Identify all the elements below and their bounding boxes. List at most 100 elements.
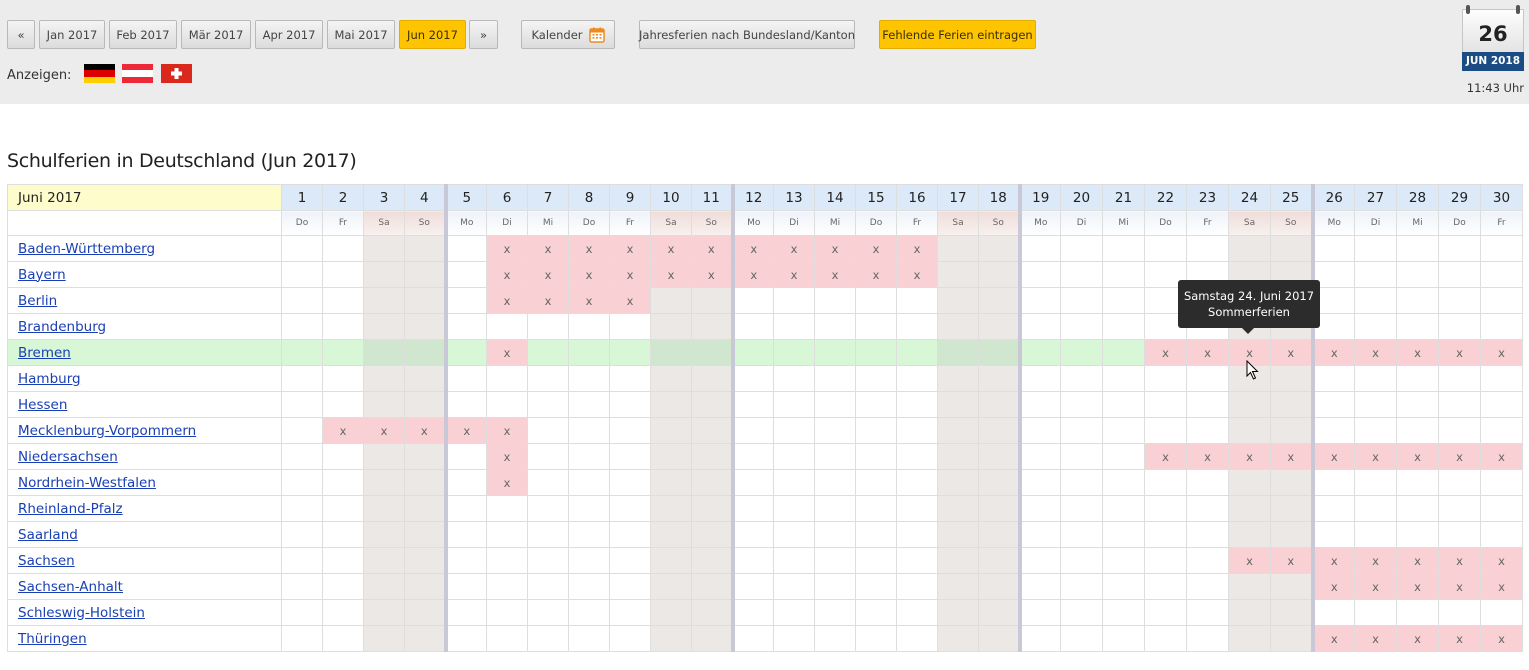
holiday-cell[interactable]: x bbox=[1438, 625, 1481, 652]
jahresferien-button[interactable]: Jahresferien nach Bundesland/Kanton bbox=[639, 20, 855, 49]
state-link[interactable]: Bremen bbox=[18, 345, 71, 361]
holiday-cell[interactable]: x bbox=[1438, 339, 1481, 366]
state-link[interactable]: Thüringen bbox=[18, 631, 87, 647]
holiday-cell[interactable]: x bbox=[1396, 573, 1439, 600]
holiday-cell[interactable]: x bbox=[1396, 443, 1439, 470]
holiday-cell[interactable]: x bbox=[1186, 443, 1229, 470]
fehlende-ferien-button[interactable]: Fehlende Ferien eintragen bbox=[879, 20, 1036, 49]
month-button-may[interactable]: Mai 2017 bbox=[327, 20, 395, 49]
holiday-cell[interactable]: x bbox=[568, 261, 610, 288]
holiday-cell[interactable]: x bbox=[1270, 339, 1313, 366]
holiday-cell[interactable]: x bbox=[773, 235, 815, 262]
holiday-cell[interactable]: x bbox=[486, 443, 528, 470]
holiday-cell[interactable]: x bbox=[1270, 443, 1313, 470]
state-link[interactable]: Bayern bbox=[18, 267, 66, 283]
holiday-cell[interactable]: x bbox=[1310, 625, 1355, 652]
state-link[interactable]: Sachsen bbox=[18, 553, 75, 569]
germany-flag-icon[interactable] bbox=[84, 64, 115, 83]
holiday-cell[interactable]: x bbox=[486, 469, 528, 496]
day-cell bbox=[1060, 287, 1103, 314]
calendar-button[interactable]: Kalender bbox=[521, 20, 615, 49]
holiday-cell[interactable]: x bbox=[855, 261, 897, 288]
holiday-cell[interactable]: x bbox=[855, 235, 897, 262]
holiday-cell[interactable]: x bbox=[1354, 625, 1397, 652]
holiday-cell[interactable]: x bbox=[1310, 443, 1355, 470]
state-link[interactable]: Nordrhein-Westfalen bbox=[18, 475, 156, 491]
holiday-cell[interactable]: x bbox=[1480, 547, 1523, 574]
holiday-cell[interactable]: x bbox=[814, 261, 856, 288]
holiday-cell[interactable]: x bbox=[486, 339, 528, 366]
holiday-cell[interactable]: x bbox=[527, 287, 569, 314]
holiday-cell[interactable]: x bbox=[691, 261, 733, 288]
holiday-cell[interactable]: x bbox=[404, 417, 446, 444]
holiday-cell[interactable]: x bbox=[486, 417, 528, 444]
holiday-cell[interactable]: x bbox=[1438, 573, 1481, 600]
state-link[interactable]: Brandenburg bbox=[18, 319, 106, 335]
holiday-cell[interactable]: x bbox=[1186, 339, 1229, 366]
month-button-apr[interactable]: Apr 2017 bbox=[255, 20, 323, 49]
holiday-cell[interactable]: x bbox=[1354, 547, 1397, 574]
state-link[interactable]: Niedersachsen bbox=[18, 449, 118, 465]
holiday-cell[interactable]: x bbox=[691, 235, 733, 262]
holiday-cell[interactable]: x bbox=[568, 235, 610, 262]
holiday-cell[interactable]: x bbox=[322, 417, 364, 444]
holiday-cell[interactable]: x bbox=[486, 261, 528, 288]
holiday-cell[interactable]: x bbox=[730, 235, 774, 262]
month-button-jun[interactable]: Jun 2017 bbox=[399, 20, 466, 49]
month-button-mar[interactable]: Mär 2017 bbox=[181, 20, 251, 49]
holiday-cell[interactable]: x bbox=[1310, 547, 1355, 574]
holiday-cell[interactable]: x bbox=[1480, 573, 1523, 600]
state-link[interactable]: Sachsen-Anhalt bbox=[18, 579, 123, 595]
holiday-cell[interactable]: x bbox=[609, 287, 651, 314]
state-link[interactable]: Saarland bbox=[18, 527, 78, 543]
state-link[interactable]: Mecklenburg-Vorpommern bbox=[18, 423, 196, 439]
austria-flag-icon[interactable] bbox=[122, 64, 153, 83]
holiday-cell[interactable]: x bbox=[1396, 547, 1439, 574]
state-link[interactable]: Rheinland-Pfalz bbox=[18, 501, 123, 517]
holiday-cell[interactable]: x bbox=[650, 235, 692, 262]
prev-month-button[interactable]: « bbox=[7, 20, 35, 49]
holiday-cell[interactable]: x bbox=[609, 261, 651, 288]
holiday-cell[interactable]: x bbox=[443, 417, 487, 444]
holiday-cell[interactable]: x bbox=[568, 287, 610, 314]
holiday-cell[interactable]: x bbox=[1396, 339, 1439, 366]
holiday-cell[interactable]: x bbox=[1354, 573, 1397, 600]
holiday-cell[interactable]: x bbox=[527, 235, 569, 262]
holiday-cell[interactable]: x bbox=[1310, 339, 1355, 366]
holiday-cell[interactable]: x bbox=[609, 235, 651, 262]
switzerland-flag-icon[interactable] bbox=[161, 64, 192, 83]
holiday-cell[interactable]: x bbox=[1144, 443, 1187, 470]
state-link[interactable]: Berlin bbox=[18, 293, 57, 309]
holiday-cell[interactable]: x bbox=[814, 235, 856, 262]
holiday-cell[interactable]: x bbox=[1354, 339, 1397, 366]
state-link[interactable]: Baden-Württemberg bbox=[18, 241, 155, 257]
holiday-cell[interactable]: x bbox=[1438, 547, 1481, 574]
month-button-feb[interactable]: Feb 2017 bbox=[109, 20, 177, 49]
state-link[interactable]: Schleswig-Holstein bbox=[18, 605, 145, 621]
holiday-cell[interactable]: x bbox=[1396, 625, 1439, 652]
holiday-cell[interactable]: x bbox=[1354, 443, 1397, 470]
holiday-cell[interactable]: x bbox=[650, 261, 692, 288]
month-button-jan[interactable]: Jan 2017 bbox=[39, 20, 105, 49]
holiday-cell[interactable]: x bbox=[1480, 625, 1523, 652]
next-month-button[interactable]: » bbox=[469, 20, 498, 49]
holiday-cell[interactable]: x bbox=[896, 261, 938, 288]
day-cell bbox=[1017, 547, 1061, 574]
holiday-cell[interactable]: x bbox=[1438, 443, 1481, 470]
holiday-cell[interactable]: x bbox=[486, 235, 528, 262]
holiday-cell[interactable]: x bbox=[1144, 339, 1187, 366]
holiday-cell[interactable]: x bbox=[730, 261, 774, 288]
state-link[interactable]: Hessen bbox=[18, 397, 67, 413]
holiday-cell[interactable]: x bbox=[1480, 443, 1523, 470]
holiday-cell[interactable]: x bbox=[363, 417, 405, 444]
holiday-cell[interactable]: x bbox=[1270, 547, 1313, 574]
holiday-cell[interactable]: x bbox=[1480, 339, 1523, 366]
holiday-cell[interactable]: x bbox=[1228, 443, 1271, 470]
holiday-cell[interactable]: x bbox=[1310, 573, 1355, 600]
holiday-cell[interactable]: x bbox=[486, 287, 528, 314]
holiday-cell[interactable]: x bbox=[773, 261, 815, 288]
holiday-cell[interactable]: x bbox=[527, 261, 569, 288]
state-link[interactable]: Hamburg bbox=[18, 371, 81, 387]
holiday-cell[interactable]: x bbox=[896, 235, 938, 262]
holiday-cell[interactable]: x bbox=[1228, 547, 1271, 574]
